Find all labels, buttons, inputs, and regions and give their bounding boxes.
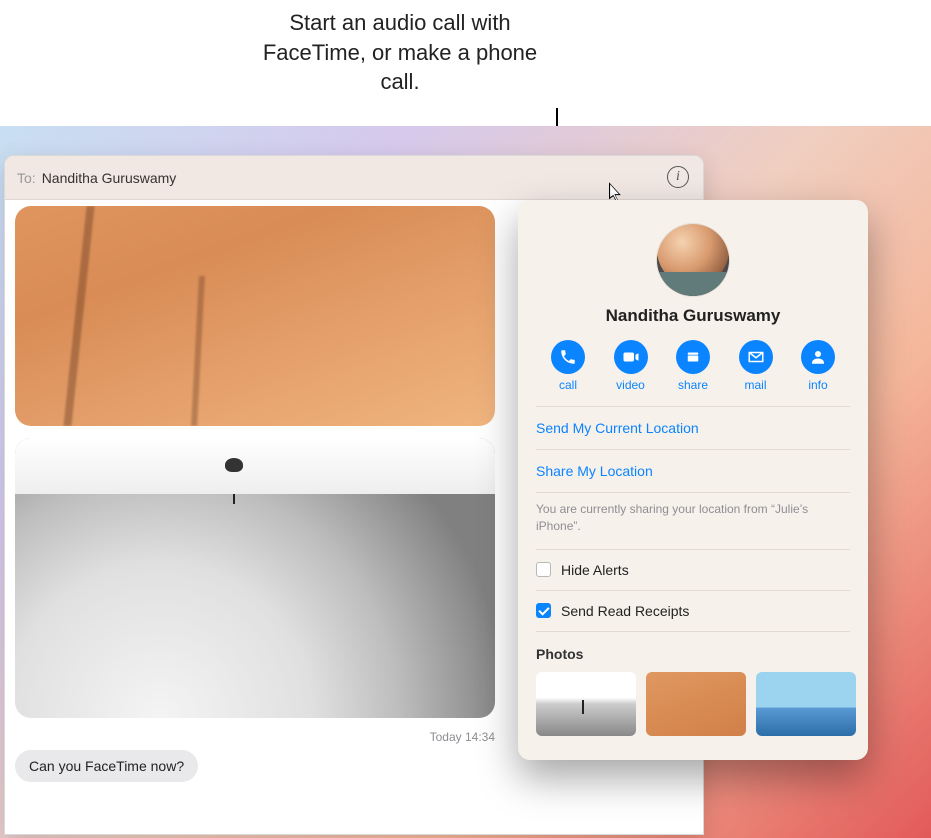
hide-alerts-label: Hide Alerts [561,562,629,578]
hide-alerts-checkbox[interactable] [536,562,551,577]
share-label: share [678,378,708,392]
sand-photo [15,206,495,426]
action-row: call video share mail [536,340,850,406]
info-action-button[interactable]: info [790,340,846,392]
person-icon [801,340,835,374]
photo-thumbnail-3[interactable] [756,672,856,736]
phone-icon [551,340,585,374]
bw-landscape-photo [15,438,495,718]
video-label: video [616,378,645,392]
photo-thumbnail-1[interactable] [536,672,636,736]
image-message-sand[interactable] [15,206,495,426]
call-button[interactable]: call [540,340,596,392]
mail-icon [739,340,773,374]
hide-alerts-row[interactable]: Hide Alerts [536,550,850,590]
details-info-button[interactable]: i [667,166,689,188]
mail-label: mail [744,378,766,392]
to-bar: To: Nanditha Guruswamy i [5,156,703,200]
contact-name: Nanditha Guruswamy [536,306,850,326]
location-sharing-note: You are currently sharing your location … [536,493,850,549]
send-current-location-link[interactable]: Send My Current Location [536,407,850,449]
callout-text: Start an audio call with FaceTime, or ma… [260,8,540,97]
share-my-location-link[interactable]: Share My Location [536,450,850,492]
call-label: call [559,378,577,392]
incoming-text-bubble[interactable]: Can you FaceTime now? [15,750,198,782]
send-read-receipts-label: Send Read Receipts [561,603,689,619]
photo-thumbnail-2[interactable] [646,672,746,736]
share-button[interactable]: share [665,340,721,392]
info-label: info [808,378,827,392]
contact-avatar[interactable] [657,224,729,296]
to-recipient[interactable]: Nanditha Guruswamy [42,170,177,186]
send-read-receipts-checkbox[interactable] [536,603,551,618]
to-label: To: [17,170,36,186]
image-message-landscape[interactable] [15,438,495,718]
details-popover: Nanditha Guruswamy call video share [518,200,868,760]
video-icon [614,340,648,374]
photos-row [536,672,850,736]
photos-header: Photos [536,632,850,672]
share-icon [676,340,710,374]
send-read-receipts-row[interactable]: Send Read Receipts [536,591,850,631]
video-button[interactable]: video [603,340,659,392]
mail-button[interactable]: mail [728,340,784,392]
timestamp: Today 14:34 [15,730,495,744]
